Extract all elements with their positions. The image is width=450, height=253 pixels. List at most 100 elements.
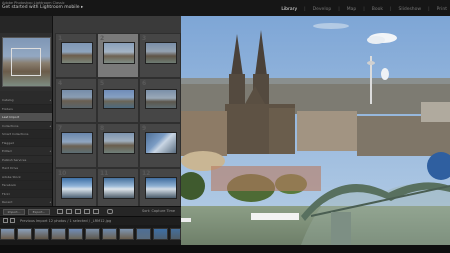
- panel-row-selected[interactable]: Last Import: [0, 113, 52, 122]
- filmstrip-thumbnail[interactable]: [170, 228, 181, 240]
- bottom-edge: [0, 245, 450, 253]
- module-library[interactable]: Library: [281, 7, 297, 12]
- panel-row[interactable]: Facebook: [0, 181, 52, 190]
- filmstrip-thumbnail[interactable]: [0, 228, 15, 240]
- export-button[interactable]: Export...: [28, 209, 50, 215]
- thumbnail[interactable]: [103, 132, 135, 154]
- cell-index: 2: [100, 35, 105, 42]
- left-panel-buttons: Import... Export...: [0, 206, 53, 216]
- panel-row[interactable]: Adobe Stock: [0, 172, 52, 181]
- module-develop[interactable]: Develop: [313, 7, 332, 12]
- panel-row-label: Flickr: [2, 191, 11, 196]
- grid-cell[interactable]: 7: [55, 123, 97, 168]
- compare-view-icon[interactable]: [75, 209, 81, 214]
- disclosure-triangle-icon[interactable]: ◂: [49, 122, 51, 130]
- filmstrip-source[interactable]: Previous Import 12 photos / 1 selected /…: [20, 219, 111, 223]
- filmstrip-thumbnail[interactable]: [153, 228, 168, 240]
- panel-row-label: Flagged: [2, 140, 14, 145]
- sort-order-label[interactable]: Sort: Capture Time: [142, 209, 175, 213]
- panel-row[interactable]: Folders: [0, 104, 52, 113]
- navigator-zoom-frame[interactable]: [11, 48, 41, 76]
- panel-row-label: Publish Services: [2, 157, 27, 162]
- grid-cell[interactable]: 1: [55, 33, 97, 78]
- module-map[interactable]: Map: [347, 7, 357, 12]
- identity-plate[interactable]: Adobe Photoshop Lightroom Classic Get st…: [2, 1, 83, 11]
- filmstrip-thumbnail[interactable]: [85, 228, 100, 240]
- identity-line-2[interactable]: Get started with Lightroom mobile ▸: [2, 5, 83, 11]
- grid-cell[interactable]: 3: [139, 33, 181, 78]
- panel-row[interactable]: Edited ◂: [0, 147, 52, 156]
- panel-row[interactable]: Flagged: [0, 138, 52, 147]
- cell-index: 10: [58, 170, 67, 177]
- grid-cell[interactable]: 9: [139, 123, 181, 168]
- thumbnail[interactable]: [145, 177, 177, 199]
- module-separator: |: [428, 7, 430, 12]
- module-slideshow[interactable]: Slideshow: [398, 7, 421, 12]
- filmstrip-thumbnail[interactable]: [119, 228, 134, 240]
- module-print[interactable]: Print: [437, 7, 447, 12]
- thumbnail[interactable]: [145, 132, 177, 154]
- cell-index: 1: [58, 35, 63, 42]
- thumbnail[interactable]: [61, 42, 93, 64]
- disclosure-triangle-icon[interactable]: ◂: [49, 96, 51, 104]
- panel-row[interactable]: Hard Drive: [0, 164, 52, 173]
- secondary-display-icon[interactable]: [3, 218, 8, 223]
- identity-plate-bar: Adobe Photoshop Lightroom Classic Get st…: [0, 0, 450, 16]
- thumbnail[interactable]: [103, 89, 135, 109]
- thumbnail[interactable]: [103, 42, 135, 64]
- panel-row-label: Last Import: [2, 115, 20, 119]
- import-button[interactable]: Import...: [3, 209, 25, 215]
- panel-row-label: Folders: [2, 106, 13, 111]
- module-separator: |: [338, 7, 340, 12]
- disclosure-triangle-icon[interactable]: ◂: [49, 147, 51, 155]
- grid-toggle-icon[interactable]: [10, 218, 15, 223]
- filmstrip-thumbnail[interactable]: [34, 228, 49, 240]
- thumbnail[interactable]: [145, 42, 177, 64]
- source-panels: Catalog ◂ Folders Last Import Collections…: [0, 96, 52, 207]
- navigator-preview[interactable]: [2, 37, 51, 87]
- filmstrip-thumbnail[interactable]: [136, 228, 151, 240]
- loupe-photo[interactable]: [181, 16, 450, 245]
- panel-row[interactable]: Flickr: [0, 189, 52, 198]
- people-view-icon[interactable]: [93, 209, 99, 214]
- module-separator: |: [304, 7, 306, 12]
- panel-row[interactable]: Collections ◂: [0, 122, 52, 130]
- cell-index: 7: [58, 125, 63, 132]
- grid-cell[interactable]: 4: [55, 78, 97, 123]
- filmstrip-thumbnail[interactable]: [51, 228, 66, 240]
- cell-index: 9: [142, 125, 147, 132]
- grid-view-icon[interactable]: [57, 209, 63, 214]
- panel-row[interactable]: Catalog ◂: [0, 96, 52, 105]
- module-book[interactable]: Book: [372, 7, 383, 12]
- module-separator: |: [389, 7, 392, 12]
- filmstrip: [0, 225, 181, 245]
- grid-cell[interactable]: 8: [97, 123, 139, 168]
- painter-icon[interactable]: [107, 209, 113, 214]
- grid-view: 1 2 3 4 5 6 7 8 9 10 11 12: [53, 16, 181, 216]
- loupe-view-icon[interactable]: [66, 209, 72, 214]
- thumbnail[interactable]: [61, 89, 93, 109]
- cathedral-photo-image: [181, 16, 450, 245]
- survey-view-icon[interactable]: [84, 209, 90, 214]
- thumbnail[interactable]: [145, 89, 177, 109]
- thumbnail[interactable]: [61, 177, 93, 199]
- cell-index: 6: [142, 80, 147, 87]
- cell-index: 12: [142, 170, 151, 177]
- panel-row-label: Collections: [2, 123, 19, 128]
- filmstrip-thumbnail[interactable]: [102, 228, 117, 240]
- panel-row[interactable]: Publish Services: [0, 156, 52, 164]
- grid-cell[interactable]: 6: [139, 78, 181, 123]
- module-picker: Library | Develop | Map | Book | Slidesh…: [281, 7, 447, 12]
- filmstrip-thumbnail[interactable]: [68, 228, 83, 240]
- left-panel-header: [0, 16, 52, 33]
- thumbnail[interactable]: [61, 132, 93, 154]
- disclosure-triangle-icon[interactable]: ◂: [49, 198, 51, 206]
- thumbnail[interactable]: [103, 177, 135, 199]
- panel-row-label: Smart Collections: [2, 132, 29, 136]
- panel-row-label: Hard Drive: [2, 166, 19, 170]
- grid-cell[interactable]: 5: [97, 78, 139, 123]
- panel-row[interactable]: Smart Collections: [0, 130, 52, 139]
- navigator-panel: [0, 33, 52, 91]
- filmstrip-thumbnail[interactable]: [17, 228, 32, 240]
- grid-cell-selected[interactable]: 2: [97, 33, 139, 78]
